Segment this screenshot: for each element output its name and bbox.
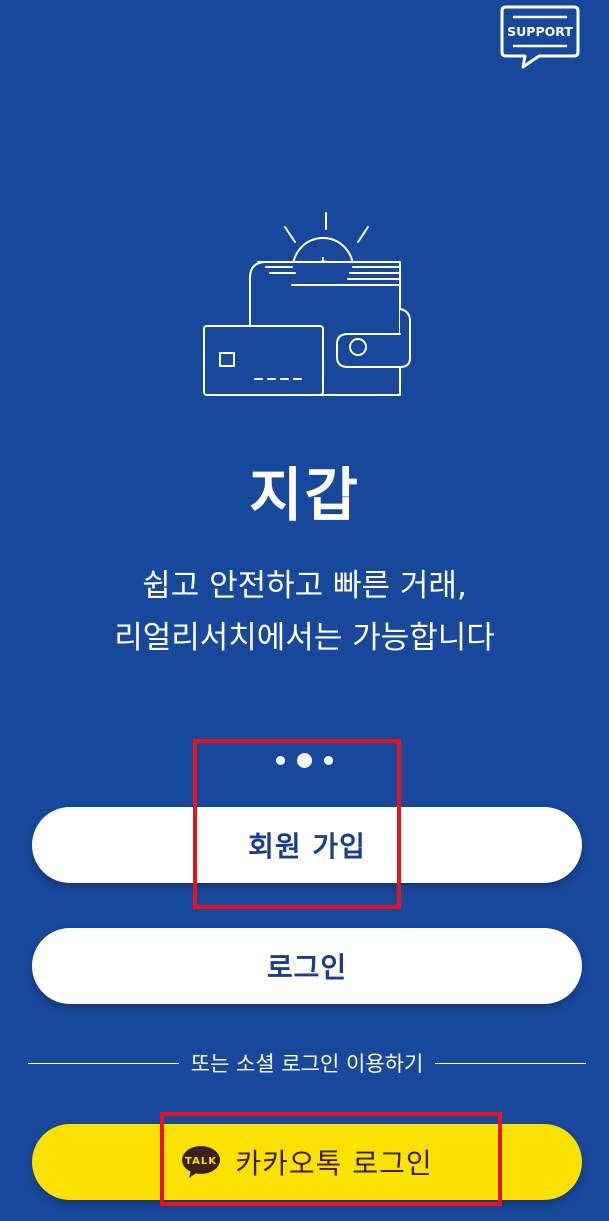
login-button[interactable]: 로그인 — [32, 928, 582, 1004]
divider-text: 또는 소셜 로그인 이용하기 — [190, 1052, 424, 1076]
signup-button[interactable]: 회원 가입 — [32, 807, 582, 883]
page-indicator — [0, 750, 609, 770]
social-login-divider: 또는 소셜 로그인 이용하기 — [28, 1045, 587, 1081]
kakao-login-content: TALK 카카오톡 로그인 — [181, 1142, 432, 1182]
wallet-illustration: $ — [200, 205, 415, 400]
wallet-coin-card-icon: $ — [203, 212, 411, 396]
support-chat-icon: SUPPORT — [500, 5, 580, 69]
page-dot-2-active[interactable] — [297, 752, 312, 768]
subtitle: 쉽고 안전하고 빠른 거래, 리얼리서치에서는 가능합니다 — [0, 560, 609, 664]
kakao-login-button[interactable]: TALK 카카오톡 로그인 — [32, 1124, 582, 1200]
divider-line-right — [435, 1062, 587, 1064]
page-dot-3[interactable] — [324, 755, 333, 765]
page-title: 지갑 — [249, 461, 360, 529]
subtitle-line-2: 리얼리서치에서는 가능합니다 — [114, 620, 495, 656]
divider-line-left — [28, 1062, 179, 1064]
kakao-talk-icon: TALK — [182, 1146, 221, 1178]
kakao-icon-text: TALK — [185, 1156, 217, 1167]
subtitle-line-1: 쉽고 안전하고 빠른 거래, — [142, 568, 467, 604]
support-button[interactable]: SUPPORT — [499, 4, 581, 70]
kakao-login-label: 카카오톡 로그인 — [235, 1147, 433, 1180]
page-dot-1[interactable] — [276, 755, 285, 765]
support-label: SUPPORT — [507, 24, 573, 39]
wallet-onboarding-screen: SUPPORT $ — [0, 0, 609, 1221]
